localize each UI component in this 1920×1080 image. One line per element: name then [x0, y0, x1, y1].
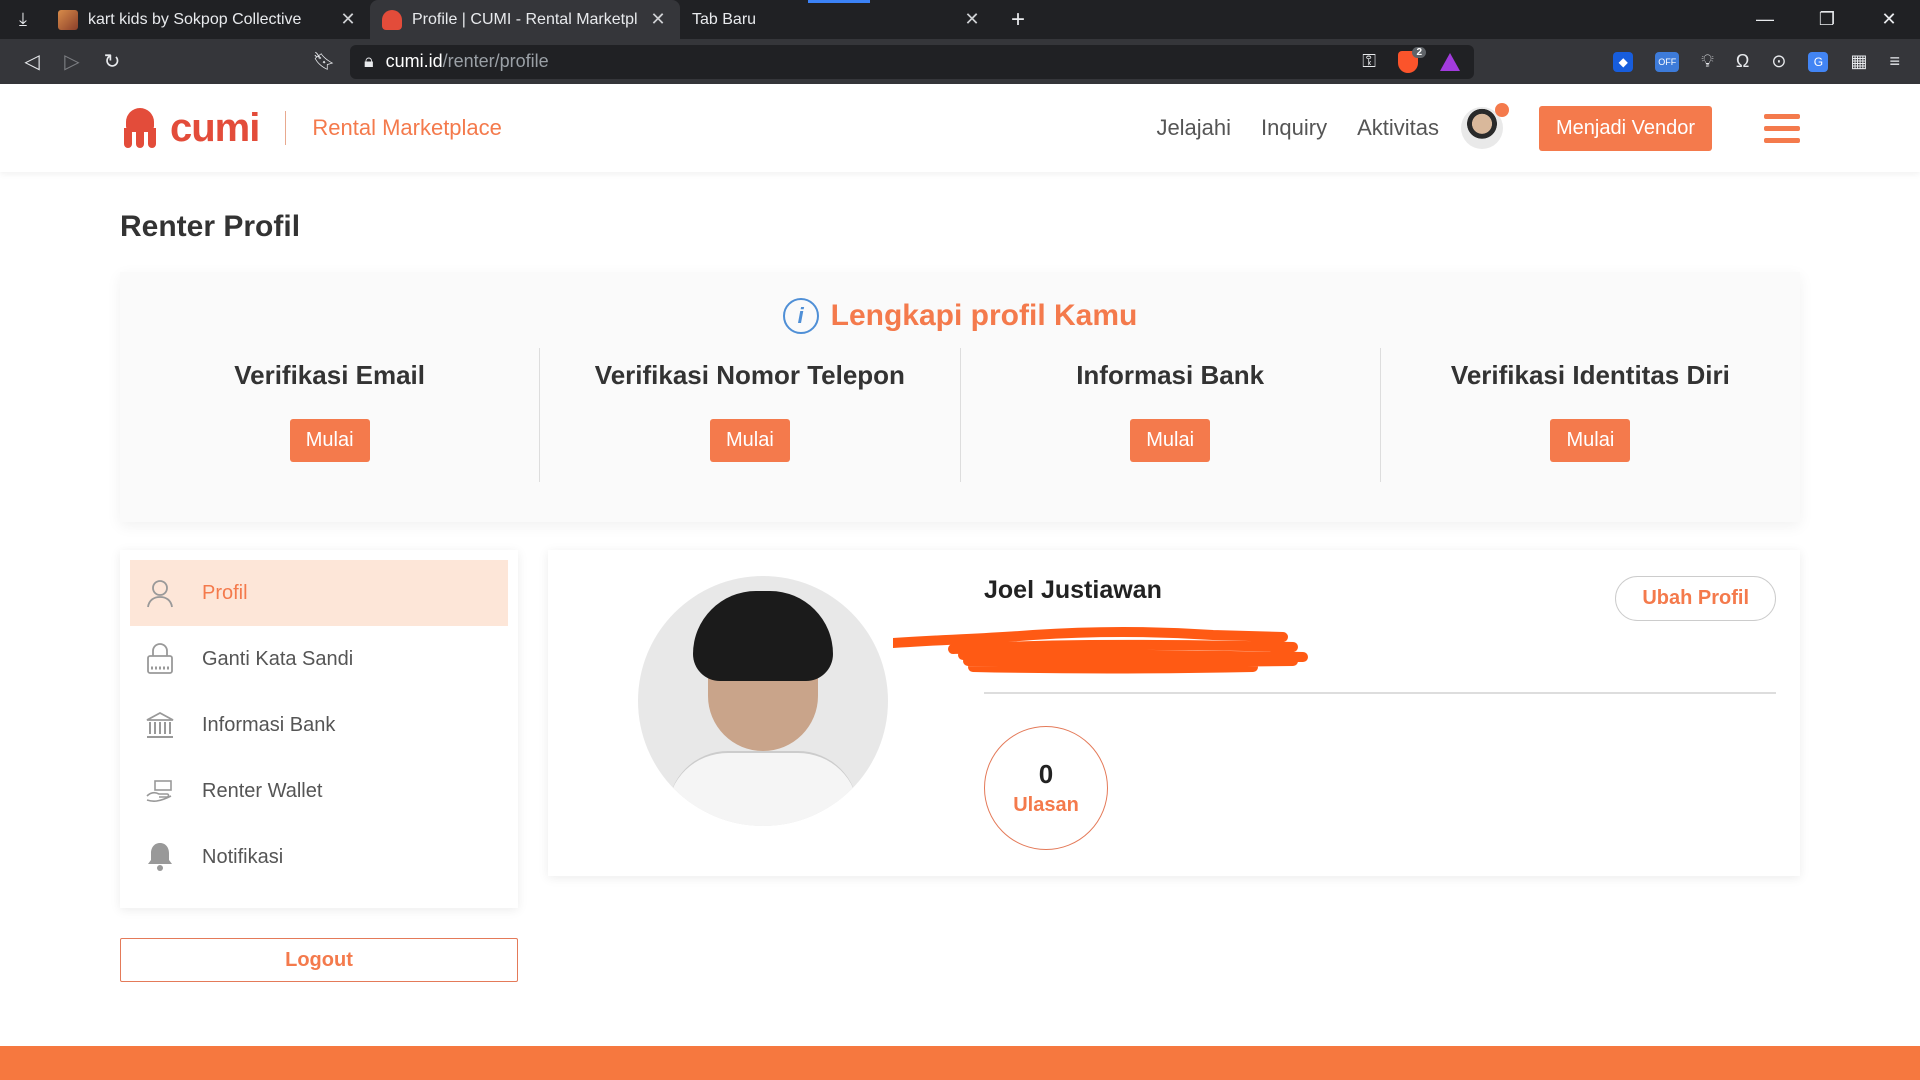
minimize-icon[interactable]: —: [1734, 0, 1796, 39]
reload-icon[interactable]: ↻: [92, 49, 132, 74]
start-email-button[interactable]: Mulai: [289, 419, 370, 462]
bitwarden-icon[interactable]: ◆: [1613, 51, 1634, 72]
logo-divider: [285, 111, 287, 145]
brave-count: 2: [1412, 46, 1426, 58]
complete-profile-heading: i Lengkapi profil Kamu: [120, 298, 1800, 334]
site-footer: [0, 1046, 1920, 1080]
sidebar-item-label: Notifikasi: [202, 845, 284, 868]
sidebar-item-informasi-bank[interactable]: Informasi Bank: [130, 692, 508, 758]
download-icon[interactable]: ⤓: [0, 0, 46, 39]
translate-icon[interactable]: G: [1808, 51, 1829, 72]
verify-identity-step: Verifikasi Identitas Diri Mulai: [1381, 348, 1800, 482]
grid-icon[interactable]: ▦: [1850, 51, 1867, 72]
tab-title: Tab Baru: [692, 10, 757, 28]
sidebar-item-profil[interactable]: Profil: [130, 560, 508, 626]
logo-subtitle: Rental Marketplace: [312, 115, 502, 140]
start-identity-button[interactable]: Mulai: [1550, 419, 1631, 462]
tab-title: kart kids by Sokpop Collective: [88, 10, 302, 28]
tab-profile[interactable]: Profile | CUMI - Rental Marketplace ✕: [370, 0, 680, 39]
verify-phone-step: Verifikasi Nomor Telepon Mulai: [540, 348, 961, 482]
window-controls: — ❐ ✕: [1734, 0, 1920, 39]
step-label: Verifikasi Nomor Telepon: [594, 360, 905, 390]
new-tab-plus-icon[interactable]: +: [998, 0, 1038, 39]
sidebar-item-renter-wallet[interactable]: Renter Wallet: [130, 758, 508, 824]
browser-tab-bar: ⤓ kart kids by Sokpop Collective ✕ Profi…: [0, 0, 1920, 39]
step-label: Informasi Bank: [1076, 360, 1265, 390]
step-label: Verifikasi Identitas Diri: [1450, 360, 1730, 390]
back-icon[interactable]: ◁: [12, 49, 52, 74]
notification-dot: [1495, 103, 1510, 117]
sidebar-item-ganti-kata-sandi[interactable]: Ganti Kata Sandi: [130, 626, 508, 692]
browser-toolbar: ◁ ▷ ↻ 🔖︎ 🔒︎ cumi.id/renter/profile ⚿ 2 ◆…: [0, 39, 1920, 84]
review-label: Ulasan: [1013, 794, 1079, 816]
omega-icon[interactable]: Ω: [1736, 51, 1749, 72]
nav-jelajahi[interactable]: Jelajahi: [1156, 115, 1231, 141]
profile-name: Joel Justiawan: [984, 576, 1162, 604]
sidebar-item-label: Renter Wallet: [202, 779, 323, 802]
edit-profile-button[interactable]: Ubah Profil: [1615, 576, 1776, 621]
user-avatar[interactable]: [1461, 103, 1510, 149]
nav-inquiry[interactable]: Inquiry: [1261, 115, 1327, 141]
bookmark-icon[interactable]: 🔖︎: [304, 51, 344, 72]
info-icon: i: [782, 298, 819, 334]
close-tab-icon[interactable]: ✕: [648, 9, 668, 30]
become-vendor-button[interactable]: Menjadi Vendor: [1539, 105, 1712, 151]
url-host: cumi.id: [385, 51, 443, 71]
bank-info-step: Informasi Bank Mulai: [961, 348, 1381, 482]
step-label: Verifikasi Email: [234, 360, 426, 390]
address-bar[interactable]: 🔒︎ cumi.id/renter/profile ⚿ 2: [350, 44, 1474, 79]
brave-rewards-icon[interactable]: [1440, 52, 1460, 71]
sidebar-item-label: Ganti Kata Sandi: [202, 647, 354, 670]
complete-profile-card: i Lengkapi profil Kamu Verifikasi Email …: [120, 272, 1800, 522]
start-phone-button[interactable]: Mulai: [709, 419, 790, 462]
url-path: /renter/profile: [442, 51, 549, 71]
main-nav: Jelajahi Inquiry Aktivitas Menjadi Vendo…: [1156, 103, 1800, 151]
lightbulb-icon[interactable]: 💡︎: [1701, 51, 1714, 72]
user-icon: [144, 577, 176, 609]
close-window-icon[interactable]: ✕: [1858, 0, 1920, 39]
cumi-favicon-icon: [382, 9, 402, 30]
tab-new[interactable]: Tab Baru ✕: [680, 0, 994, 39]
page-title: Renter Profil: [120, 210, 301, 243]
tab-kart-kids[interactable]: kart kids by Sokpop Collective ✕: [46, 0, 370, 39]
logout-button[interactable]: Logout: [120, 938, 518, 982]
review-count-badge[interactable]: 0 Ulasan: [984, 726, 1108, 850]
close-tab-icon[interactable]: ✕: [962, 9, 982, 30]
favicon-icon: [58, 9, 78, 30]
close-tab-icon[interactable]: ✕: [338, 9, 358, 30]
bank-icon: [144, 709, 176, 741]
review-count: 0: [1038, 759, 1054, 789]
bell-icon: [144, 841, 176, 873]
site-logo[interactable]: cumi Rental Marketplace: [120, 106, 502, 151]
wallet-icon: [144, 775, 176, 807]
profile-photo: [638, 576, 888, 826]
nav-aktivitas[interactable]: Aktivitas: [1357, 115, 1439, 141]
tab-title: Profile | CUMI - Rental Marketplace: [412, 10, 638, 28]
sidebar-item-label: Informasi Bank: [202, 713, 336, 736]
menu-icon[interactable]: ≡: [1889, 51, 1900, 72]
lock-icon: 🔒︎: [364, 51, 374, 71]
circle-check-icon[interactable]: ⊙: [1771, 51, 1786, 72]
restore-icon[interactable]: ❐: [1796, 0, 1858, 39]
verification-steps: Verifikasi Email Mulai Verifikasi Nomor …: [120, 348, 1800, 482]
sidebar-item-label: Profil: [202, 581, 248, 604]
verify-email-step: Verifikasi Email Mulai: [120, 348, 541, 482]
octopus-logo-icon: [120, 108, 160, 148]
logo-text: cumi: [170, 105, 260, 150]
profile-card: Joel Justiawan Ubah Profil 0 Ulasan: [548, 550, 1800, 876]
redaction-scribble: [893, 627, 1308, 674]
extensions-bar: ◆ OFF 💡︎ Ω ⊙ G ▦ ≡: [1613, 51, 1908, 72]
forward-icon[interactable]: ▷: [52, 49, 92, 74]
key-icon[interactable]: ⚿: [1362, 51, 1376, 72]
site-header: cumi Rental Marketplace Jelajahi Inquiry…: [0, 84, 1920, 172]
hamburger-menu-icon[interactable]: [1764, 113, 1800, 143]
sidebar-item-notifikasi[interactable]: Notifikasi: [130, 824, 508, 890]
start-bank-button[interactable]: Mulai: [1130, 419, 1211, 462]
ext-off-icon[interactable]: OFF: [1655, 51, 1680, 72]
brave-shield-icon[interactable]: 2: [1398, 46, 1426, 73]
complete-profile-title: Lengkapi profil Kamu: [830, 299, 1138, 332]
profile-sidebar: Profil Ganti Kata Sandi Informasi Bank R…: [120, 550, 518, 908]
lock-icon: [144, 643, 176, 675]
profile-divider: [984, 692, 1776, 694]
